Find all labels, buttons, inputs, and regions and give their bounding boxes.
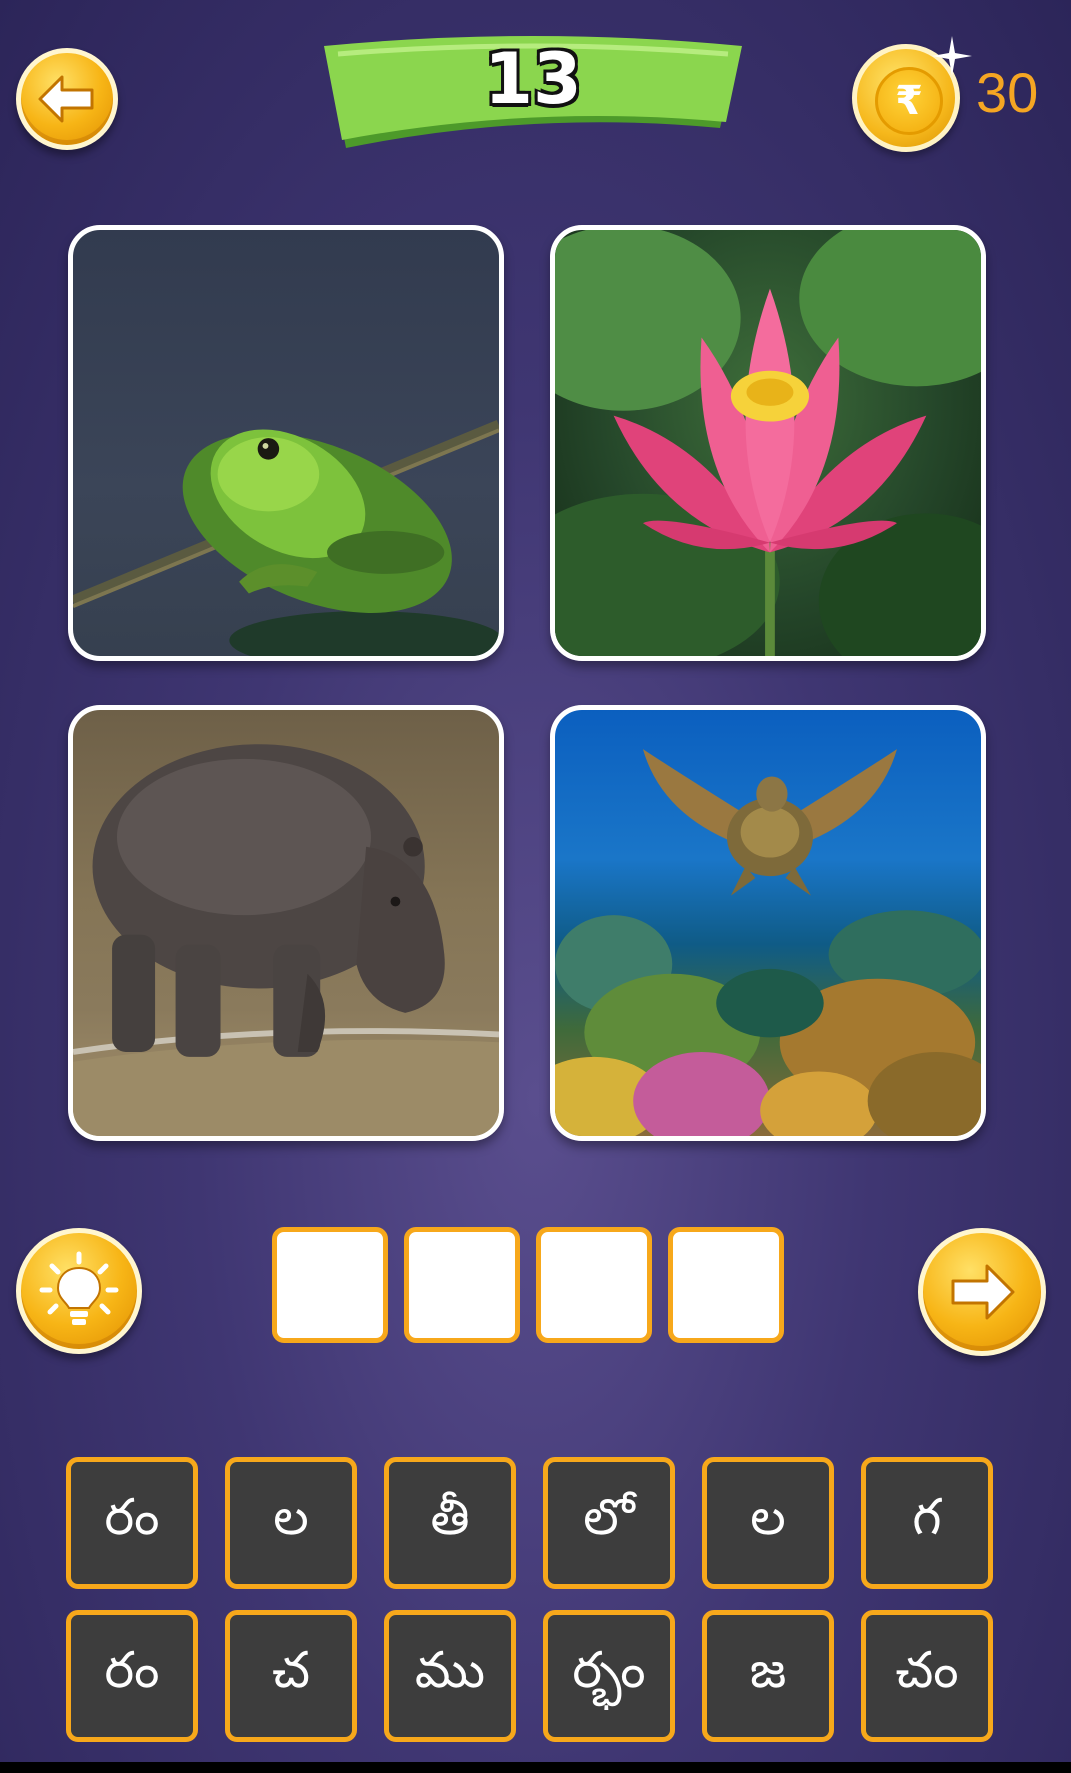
letter-key[interactable]: ల bbox=[225, 1457, 357, 1589]
arrow-right-icon bbox=[951, 1264, 1015, 1320]
image-tile-turtle[interactable] bbox=[550, 705, 986, 1141]
image-tile-hippo[interactable] bbox=[68, 705, 504, 1141]
next-button[interactable] bbox=[918, 1228, 1046, 1356]
letter-key[interactable]: ల bbox=[702, 1457, 834, 1589]
letter-key[interactable]: రం bbox=[66, 1610, 198, 1742]
coin-count: 30 bbox=[976, 61, 1039, 124]
letter-key[interactable]: లో bbox=[543, 1457, 675, 1589]
back-button[interactable] bbox=[16, 48, 118, 150]
sparkle-icon bbox=[932, 36, 972, 76]
image-tile-frog[interactable] bbox=[68, 225, 504, 661]
letter-key[interactable]: రం bbox=[66, 1457, 198, 1589]
lotus-image bbox=[555, 230, 981, 656]
letter-key[interactable]: తీ bbox=[384, 1457, 516, 1589]
answer-slot-4[interactable] bbox=[668, 1227, 784, 1343]
coin-balance: ₹ bbox=[852, 36, 972, 154]
letter-key[interactable]: జ bbox=[702, 1610, 834, 1742]
turtle-image bbox=[555, 749, 981, 1136]
answer-slot-1[interactable] bbox=[272, 1227, 388, 1343]
letter-key[interactable]: చ bbox=[225, 1610, 357, 1742]
arrow-left-icon bbox=[38, 75, 94, 123]
answer-slot-3[interactable] bbox=[536, 1227, 652, 1343]
rupee-symbol: ₹ bbox=[875, 67, 943, 135]
bottom-edge bbox=[0, 1762, 1071, 1773]
letter-key[interactable]: గ bbox=[861, 1457, 993, 1589]
answer-slot-2[interactable] bbox=[404, 1227, 520, 1343]
lightbulb-icon bbox=[39, 1251, 119, 1325]
letter-key[interactable]: ర్భం bbox=[543, 1610, 675, 1742]
letter-key[interactable]: ము bbox=[384, 1610, 516, 1742]
level-banner: 13 bbox=[316, 30, 750, 156]
hint-button[interactable] bbox=[16, 1228, 142, 1354]
hippo-image bbox=[73, 744, 499, 1136]
level-number: 13 bbox=[484, 38, 582, 120]
image-tile-lotus[interactable] bbox=[550, 225, 986, 661]
frog-image bbox=[73, 419, 499, 656]
letter-key[interactable]: చం bbox=[861, 1610, 993, 1742]
